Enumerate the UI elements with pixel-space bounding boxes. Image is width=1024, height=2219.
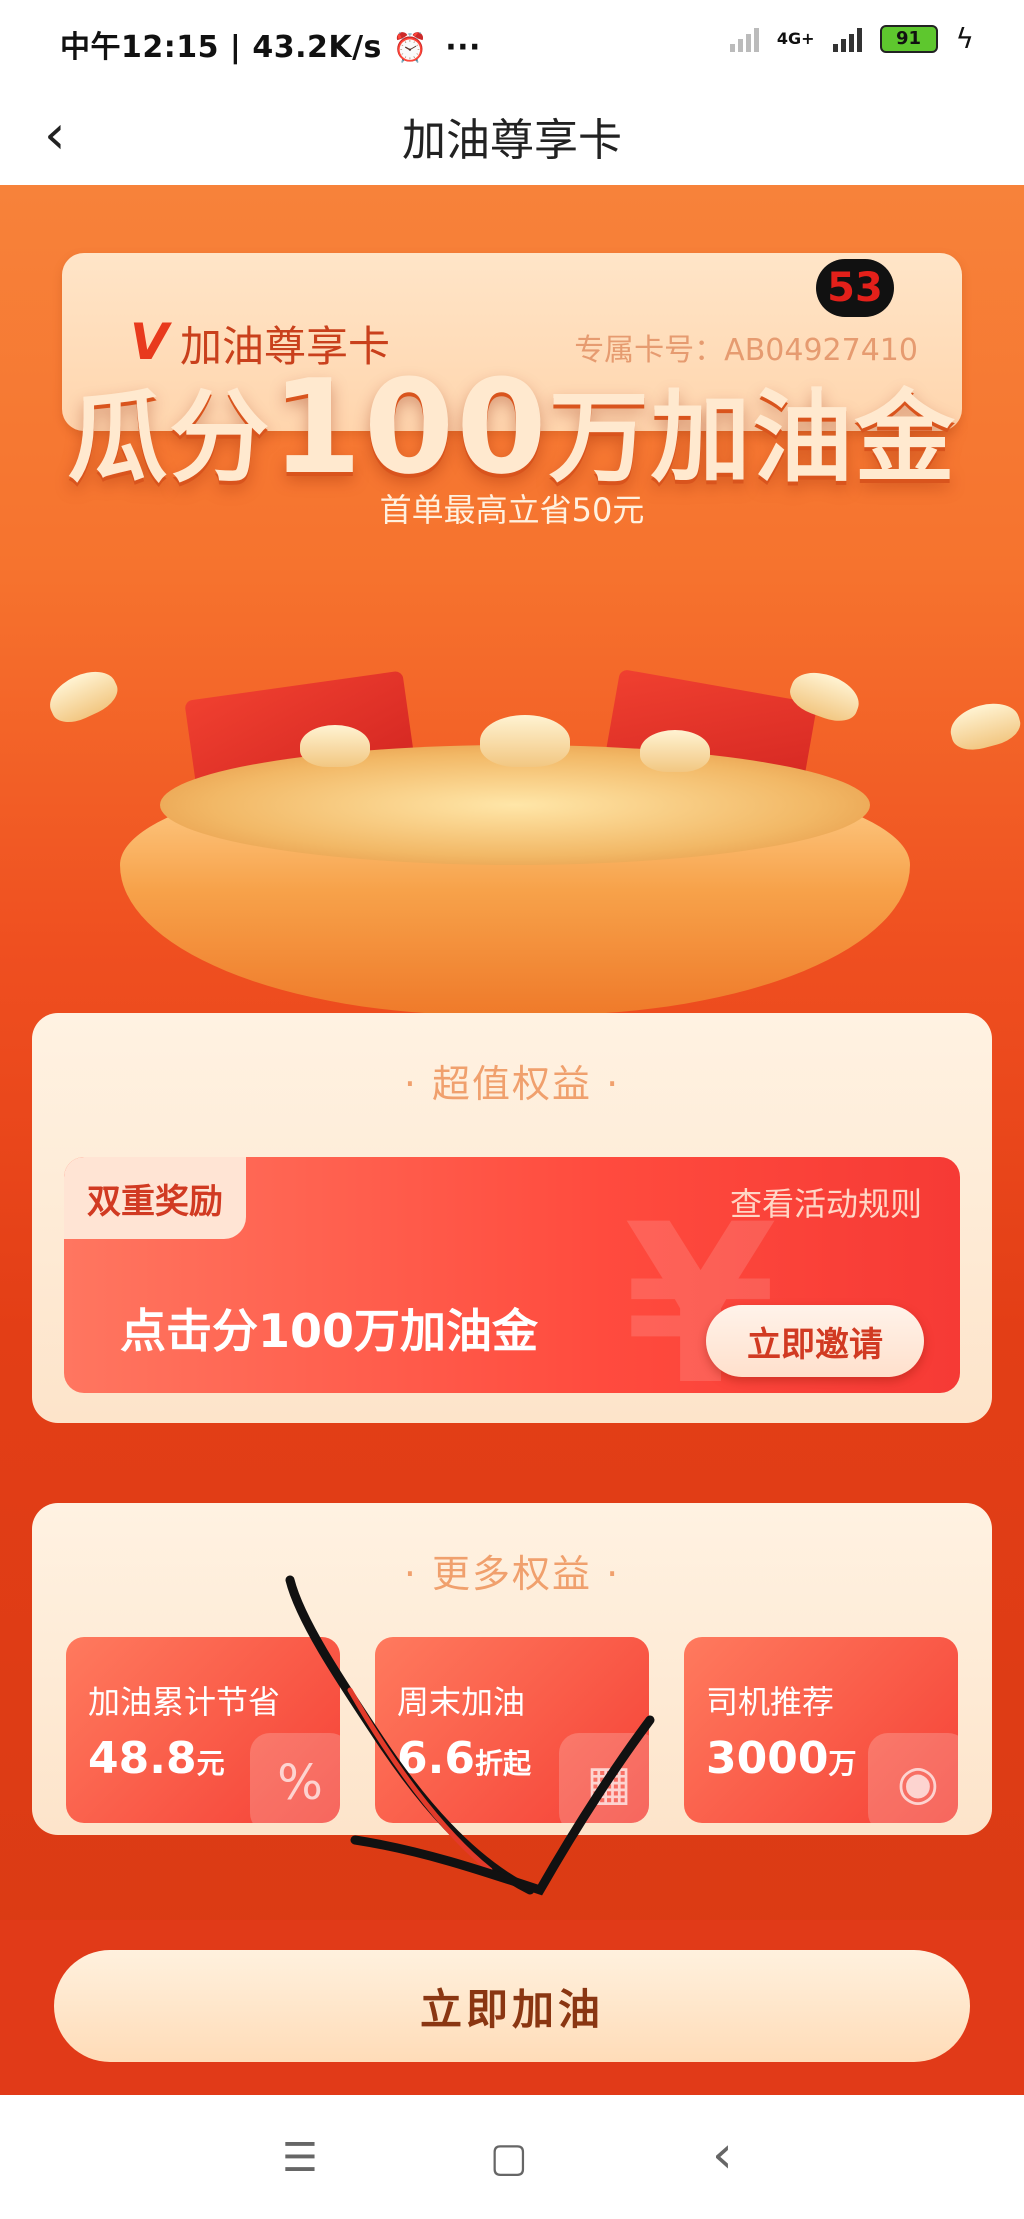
banner-tag: 双重奖励: [64, 1157, 246, 1239]
alarm-clock-icon: ⏰: [392, 31, 429, 64]
nav-bar: ‹ 加油尊享卡: [0, 90, 1024, 185]
cta-bar: 立即加油: [0, 1920, 1024, 2095]
benefits-title: · 超值权益 ·: [403, 1062, 621, 1106]
benefit-value: 3000万: [706, 1733, 857, 1784]
gold-ingot-image: [300, 725, 370, 767]
refuel-now-button[interactable]: 立即加油: [54, 1950, 970, 2062]
benefit-card-referral[interactable]: 司机推荐 3000万 ◉: [684, 1637, 958, 1823]
banner-text: 点击分100万加油金: [120, 1304, 539, 1358]
benefit-card-weekend[interactable]: 周末加油 6.6折起 ▦: [375, 1637, 649, 1823]
signal-icon: [729, 26, 759, 52]
more-dots: ···: [445, 30, 481, 65]
status-indicators: 4G+ 91 ϟ: [729, 22, 974, 55]
benefits-panel: · 超值权益 · 双重奖励 查看活动规则 ¥ 点击分100万加油金 立即邀请: [32, 1013, 992, 1423]
battery-icon: 91: [879, 24, 938, 53]
status-bar: 中午12:15 | 43.2K/s ⏰ ··· 4G+ 91 ϟ: [0, 0, 1024, 90]
calendar-icon: ▦: [559, 1733, 649, 1823]
gold-ingot-image: [640, 730, 710, 772]
double-reward-banner[interactable]: 双重奖励 查看活动规则 ¥ 点击分100万加油金 立即邀请: [64, 1157, 960, 1393]
benefit-value: 48.8元: [88, 1733, 225, 1784]
gold-ingot-image: [945, 696, 1024, 756]
network-type: 4G+: [776, 29, 815, 48]
discount-tag-icon: %: [250, 1733, 340, 1823]
more-benefits-panel: · 更多权益 · 加油累计节省 48.8元 % 周末加油 6.6折起 ▦ 司机推…: [32, 1503, 992, 1835]
main-content: V 加油尊享卡 专属卡号：AB04927410 53 瓜分100万加油金 首单最…: [0, 185, 1024, 2095]
back-icon[interactable]: ‹: [712, 2125, 733, 2185]
benefit-label: 司机推荐: [706, 1683, 835, 1721]
benefit-card-savings[interactable]: 加油累计节省 48.8元 %: [66, 1637, 340, 1823]
status-time-speed: 中午12:15 | 43.2K/s ⏰ ···: [60, 30, 481, 65]
page-title: 加油尊享卡: [402, 115, 622, 166]
benefit-value: 6.6折起: [397, 1733, 531, 1784]
hero-subtitle: 首单最高立省50元: [379, 491, 645, 529]
benefit-label: 周末加油: [397, 1683, 526, 1721]
more-benefits-title: · 更多权益 ·: [403, 1552, 621, 1596]
hero-title: 瓜分100万加油金: [67, 351, 957, 503]
overlay-badge: 53: [816, 259, 894, 317]
charging-icon: ϟ: [955, 22, 974, 55]
menu-icon[interactable]: ☰: [282, 2135, 318, 2181]
benefit-label: 加油累计节省: [88, 1683, 281, 1721]
gold-ingot-image: [480, 715, 570, 767]
signal-strength-icon: [832, 26, 862, 52]
system-navigation-bar: ☰ ▢ ‹: [0, 2095, 1024, 2219]
home-icon[interactable]: ▢: [490, 2135, 528, 2181]
invite-button[interactable]: 立即邀请: [706, 1305, 924, 1377]
gold-ingot-image: [42, 662, 124, 730]
driver-icon: ◉: [868, 1733, 958, 1823]
